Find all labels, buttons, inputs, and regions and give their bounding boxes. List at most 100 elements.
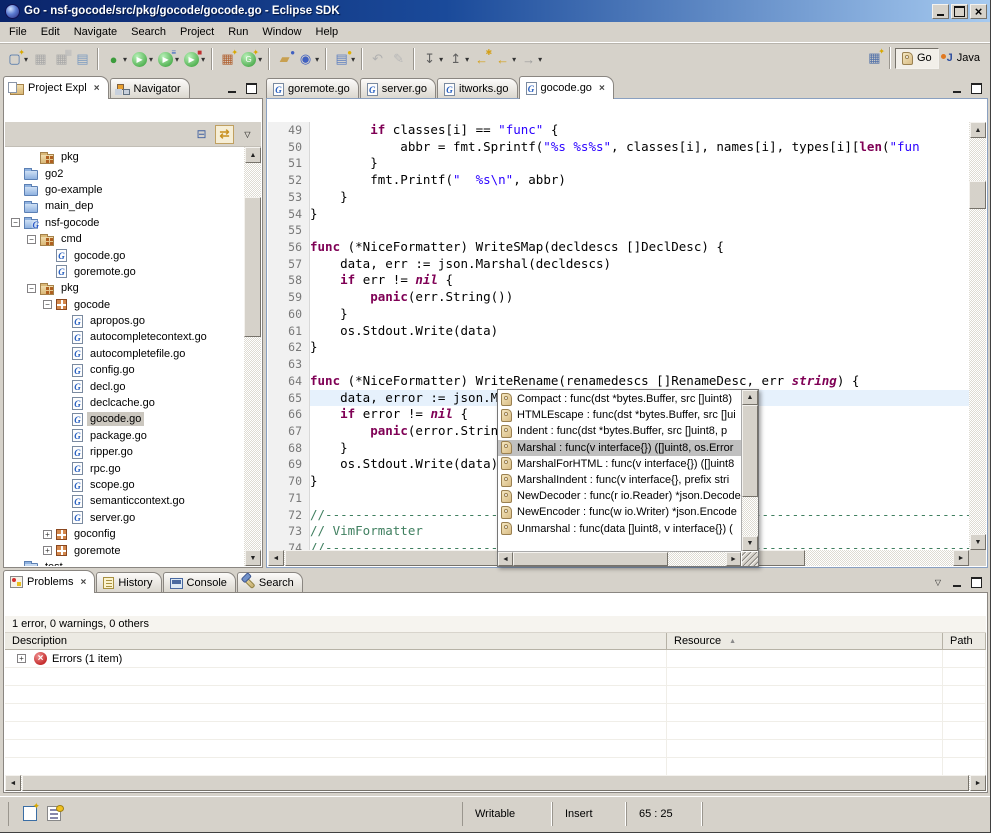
scroll-left-button[interactable]: ◄ [498, 552, 513, 566]
previous-annotation-button[interactable]: ↥▾ [445, 47, 471, 71]
save-button[interactable]: ▦ [30, 47, 51, 71]
forward-button[interactable]: →▾ [518, 47, 544, 71]
tree-item-scope-go[interactable]: scope.go [5, 477, 244, 493]
tab-close-icon[interactable]: × [94, 83, 100, 94]
editor-maximize-button[interactable] [968, 81, 984, 95]
new-package-button[interactable]: ▦✦ [217, 47, 238, 71]
problems-maximize-button[interactable] [968, 575, 984, 589]
autocomplete-item[interactable]: Unmarshal : func(data []uint8, v interfa… [498, 521, 741, 537]
open-resource-button[interactable]: ▰● [274, 47, 295, 71]
tree-item-test[interactable]: test [5, 559, 244, 566]
autocomplete-item[interactable]: MarshalIndent : func(v interface{}, pref… [498, 472, 741, 488]
scroll-up-button[interactable]: ▲ [245, 147, 261, 163]
explorer-tab-navigator[interactable]: Navigator [110, 78, 190, 99]
print-button[interactable]: ▤ [72, 47, 93, 71]
tree-item-gocode[interactable]: −gocode [5, 297, 244, 313]
search-button[interactable]: ◉▾ [295, 47, 321, 71]
tree-item-goremote[interactable]: +goremote [5, 542, 244, 558]
popup-horizontal-scrollbar[interactable]: ◄ ► [498, 551, 741, 566]
editor-tab-gocode-go[interactable]: gocode.go× [519, 76, 614, 99]
tree-item-declcache-go[interactable]: declcache.go [5, 395, 244, 411]
collapse-all-button[interactable]: ⊟ [192, 125, 211, 144]
editor-vertical-scrollbar[interactable]: ▲ ▼ [969, 122, 986, 550]
collapse-icon[interactable]: − [11, 218, 20, 227]
menu-help[interactable]: Help [309, 23, 346, 41]
tree-item-config-go[interactable]: config.go [5, 362, 244, 378]
collapse-icon[interactable]: − [27, 235, 36, 244]
explorer-minimize-button[interactable] [224, 81, 240, 95]
column-header-description[interactable]: Description [5, 633, 667, 650]
editor-tab-server-go[interactable]: server.go [360, 78, 436, 99]
explorer-maximize-button[interactable] [243, 81, 259, 95]
scroll-thumb[interactable] [22, 775, 969, 791]
mark-occurrences-button[interactable]: ✎ [388, 47, 409, 71]
scroll-left-button[interactable]: ◄ [268, 550, 284, 566]
scroll-down-button[interactable]: ▼ [245, 550, 261, 566]
collapse-icon[interactable]: − [27, 284, 36, 293]
tree-item-decl-go[interactable]: decl.go [5, 378, 244, 394]
menu-edit[interactable]: Edit [34, 23, 67, 41]
problems-minimize-button[interactable] [949, 575, 965, 589]
dropdown-arrow-icon[interactable]: ▾ [512, 55, 516, 64]
last-edit-button[interactable]: ↶ [367, 47, 388, 71]
autocomplete-item[interactable]: Compact : func(dst *bytes.Buffer, src []… [498, 391, 741, 407]
tree-item-package-go[interactable]: package.go [5, 428, 244, 444]
autocomplete-item[interactable]: Indent : func(dst *bytes.Buffer, src []u… [498, 423, 741, 439]
explorer-vertical-scrollbar[interactable]: ▲ ▼ [244, 147, 261, 566]
scroll-thumb[interactable] [969, 181, 986, 209]
scroll-right-button[interactable]: ► [953, 550, 969, 566]
autocomplete-item[interactable]: MarshalForHTML : func(v interface{}) ([]… [498, 456, 741, 472]
scroll-down-button[interactable]: ▼ [970, 534, 986, 550]
problems-view-menu-button[interactable] [930, 575, 946, 589]
tree-item-goconfig[interactable]: +goconfig [5, 526, 244, 542]
scroll-down-button[interactable]: ▼ [742, 536, 758, 551]
scroll-left-button[interactable]: ◄ [5, 775, 21, 791]
autocomplete-item[interactable]: NewDecoder : func(r io.Reader) *json.Dec… [498, 488, 741, 504]
editor-tab-goremote-go[interactable]: goremote.go [266, 78, 359, 99]
column-header-resource[interactable]: Resource▲ [667, 633, 943, 650]
link-with-editor-button[interactable]: ⇄ [215, 125, 234, 144]
tree-item-pkg[interactable]: −pkg [5, 280, 244, 296]
dropdown-arrow-icon[interactable]: ▾ [123, 55, 127, 64]
scroll-up-button[interactable]: ▲ [742, 390, 758, 405]
popup-resize-grip[interactable] [742, 552, 758, 566]
autocomplete-item[interactable]: NewEncoder : func(w io.Writer) *json.Enc… [498, 504, 741, 520]
tree-item-autocompletefile-go[interactable]: autocompletefile.go [5, 346, 244, 362]
menu-window[interactable]: Window [255, 23, 308, 41]
annotation-button[interactable]: ▤●▾ [331, 47, 357, 71]
explorer-tab-project-expl[interactable]: Project Expl× [3, 76, 109, 99]
dropdown-arrow-icon[interactable]: ▾ [465, 55, 469, 64]
editor-tab-itworks-go[interactable]: itworks.go [437, 78, 518, 99]
tree-item-semanticcontext-go[interactable]: semanticcontext.go [5, 493, 244, 509]
scroll-thumb[interactable] [742, 405, 758, 497]
tree-item-gocode-go[interactable]: gocode.go [5, 247, 244, 263]
tree-item-go-example[interactable]: go-example [5, 182, 244, 198]
autocomplete-item[interactable]: HTMLEscape : func(dst *bytes.Buffer, src… [498, 407, 741, 423]
menu-file[interactable]: File [2, 23, 34, 41]
tree-item-autocompletecontext-go[interactable]: autocompletecontext.go [5, 329, 244, 345]
debug-button[interactable]: ●▾ [103, 47, 129, 71]
tree-item-pkg[interactable]: pkg [5, 149, 244, 165]
expand-icon[interactable]: + [43, 530, 52, 539]
tree-item-cmd[interactable]: −cmd [5, 231, 244, 247]
tree-item-goremote-go[interactable]: goremote.go [5, 264, 244, 280]
menu-search[interactable]: Search [124, 23, 173, 41]
next-annotation-button[interactable]: ↧▾ [419, 47, 445, 71]
save-all-button[interactable]: ▦▦ [51, 47, 72, 71]
tree-item-gocode-go[interactable]: gocode.go [5, 411, 244, 427]
tree-item-server-go[interactable]: server.go [5, 510, 244, 526]
editor-minimize-button[interactable] [949, 81, 965, 95]
back-button[interactable]: ←▾ [492, 47, 518, 71]
new-type-button[interactable]: G✦▾ [238, 47, 264, 71]
menu-project[interactable]: Project [173, 23, 221, 41]
popup-vertical-scrollbar[interactable]: ▲ ▼ [741, 390, 758, 551]
tree-item-rpc-go[interactable]: rpc.go [5, 460, 244, 476]
tab-close-icon[interactable]: × [80, 577, 86, 588]
run-history-button[interactable]: ▶≡▾ [155, 47, 181, 71]
expand-icon[interactable]: + [43, 546, 52, 555]
tab-close-icon[interactable]: × [599, 83, 605, 94]
window-close-button[interactable] [970, 4, 987, 19]
problems-row[interactable]: +Errors (1 item) [5, 650, 986, 668]
fast-view-icon[interactable] [23, 806, 37, 821]
tree-item-apropos-go[interactable]: apropos.go [5, 313, 244, 329]
